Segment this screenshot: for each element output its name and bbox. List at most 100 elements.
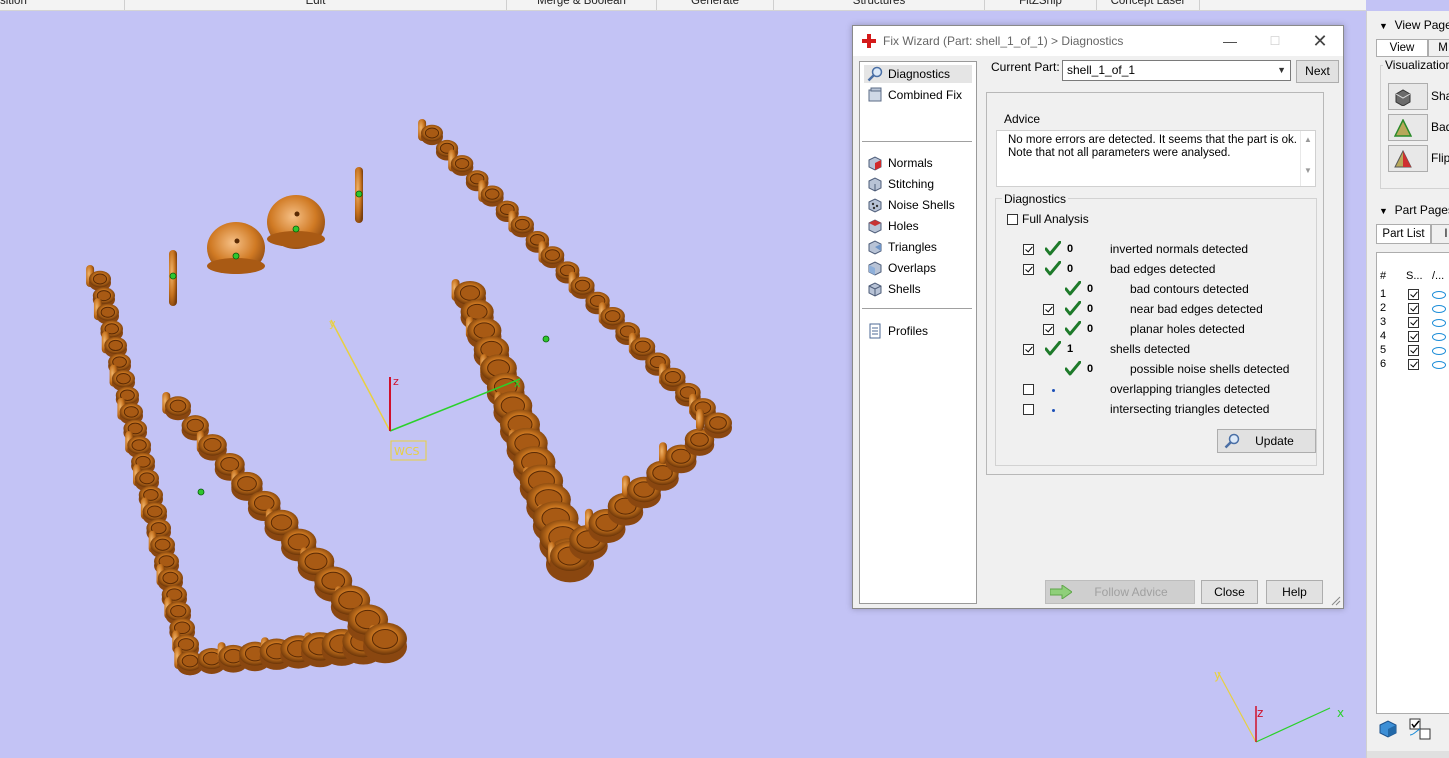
menu-concept-laser[interactable]: Concept Laser: [1097, 0, 1200, 10]
nav-diagnostics[interactable]: Diagnostics: [864, 65, 972, 83]
col-visibility: /...: [1432, 270, 1445, 282]
nav-stitching[interactable]: Stitching: [864, 175, 972, 193]
bad-edges-view-button[interactable]: [1388, 114, 1428, 141]
profiles-document-icon: [869, 323, 881, 339]
nav-overlaps[interactable]: Overlaps: [864, 259, 972, 277]
tab-view[interactable]: View: [1376, 39, 1428, 57]
diagnostic-count: 0: [1067, 243, 1074, 255]
nav-noise-shells[interactable]: Noise Shells: [864, 196, 972, 214]
nav-noise-shells-label: Noise Shells: [888, 198, 955, 212]
visibility-eye-icon[interactable]: [1432, 361, 1446, 369]
update-button[interactable]: Update: [1217, 429, 1316, 453]
visibility-eye-icon[interactable]: [1432, 333, 1446, 341]
diagnostic-row-checkbox[interactable]: [1023, 244, 1034, 255]
view-pages-label: View Pages: [1394, 18, 1449, 32]
mini-axis-y-label: y: [1214, 668, 1221, 682]
diagnostic-row-checkbox[interactable]: [1023, 384, 1034, 395]
nav-normals[interactable]: Normals: [864, 154, 972, 172]
view-pages-header[interactable]: ▼ View Pages: [1379, 18, 1449, 32]
part-pages-header[interactable]: ▼ Part Pages: [1379, 203, 1449, 217]
checkmark-ok-icon: [1065, 361, 1081, 376]
part-row-checkbox[interactable]: [1408, 289, 1419, 300]
nav-triangles[interactable]: Triangles: [864, 238, 972, 256]
dialog-titlebar[interactable]: Fix Wizard (Part: shell_1_of_1) > Diagno…: [853, 26, 1343, 56]
diagnostic-label: overlapping triangles detected: [1110, 382, 1271, 396]
diagnostic-label: intersecting triangles detected: [1110, 402, 1270, 416]
diagnostic-count: 0: [1087, 323, 1094, 335]
bad-edges-label: Bad: [1431, 120, 1449, 134]
part-row-checkbox[interactable]: [1408, 345, 1419, 356]
check-toggle-icon[interactable]: [1408, 717, 1432, 741]
holes-cube-icon: [868, 219, 882, 234]
menu-structures[interactable]: Structures: [774, 0, 985, 10]
collapse-triangle-icon: ▼: [1379, 21, 1388, 31]
visualization-label: Visualization: [1383, 58, 1449, 72]
nav-holes[interactable]: Holes: [864, 217, 972, 235]
current-part-select[interactable]: shell_1_of_1 ▼: [1062, 60, 1291, 81]
magnifier-icon: [867, 66, 883, 82]
flipped-label: Flipp: [1431, 151, 1449, 165]
part-row-checkbox[interactable]: [1408, 317, 1419, 328]
axis-x-label: x: [514, 377, 521, 390]
diagnostic-row-checkbox[interactable]: [1023, 404, 1034, 415]
menu-fitzship[interactable]: FitZShip: [985, 0, 1097, 10]
combined-fix-icon: [868, 87, 882, 102]
axis-z-label: z: [393, 375, 399, 388]
diagnostic-row-checkbox[interactable]: [1023, 344, 1034, 355]
minimize-icon[interactable]: —: [1219, 30, 1241, 52]
visibility-eye-icon[interactable]: [1432, 319, 1446, 327]
part-row-number: 6: [1380, 358, 1387, 370]
axis-y-label: y: [329, 317, 336, 330]
menu-generate[interactable]: Generate: [657, 0, 774, 10]
mini-axis-x-label: x: [1337, 706, 1344, 720]
right-dock-panel: ▼ View Pages View M Visualization Sha Ba…: [1366, 11, 1449, 758]
visibility-eye-icon[interactable]: [1432, 291, 1446, 299]
diagnostic-row-checkbox[interactable]: [1043, 304, 1054, 315]
resize-grip-icon[interactable]: [1331, 596, 1341, 606]
tab-part-list[interactable]: Part List: [1376, 224, 1431, 244]
close-button[interactable]: Close: [1201, 580, 1258, 604]
diagnostics-label: Diagnostics: [1002, 192, 1069, 206]
tab-part-info[interactable]: I: [1431, 224, 1449, 244]
next-button[interactable]: Next: [1296, 60, 1339, 83]
top-menu-bar: sition Edit Merge & Boolean Generate Str…: [0, 0, 1366, 11]
nav-shells[interactable]: Shells: [864, 280, 972, 298]
diagnostic-row-checkbox[interactable]: [1023, 264, 1034, 275]
parts-cube-stack-icon[interactable]: [1378, 717, 1402, 741]
scroll-up-icon[interactable]: ▲: [1301, 133, 1315, 146]
full-analysis-checkbox[interactable]: [1007, 214, 1018, 225]
diagnostic-label: bad edges detected: [1110, 262, 1216, 276]
pending-dot-icon: [1052, 409, 1055, 412]
nav-profiles[interactable]: Profiles: [864, 322, 972, 340]
scroll-down-icon[interactable]: ▼: [1301, 164, 1315, 177]
part-row-checkbox[interactable]: [1408, 359, 1419, 370]
shaded-view-button[interactable]: [1388, 83, 1428, 110]
flipped-triangles-pyramid-icon: [1394, 150, 1412, 168]
checkmark-ok-icon: [1045, 261, 1061, 276]
diagnostic-label: possible noise shells detected: [1130, 362, 1290, 376]
part-row-checkbox[interactable]: [1408, 303, 1419, 314]
nav-combined-fix[interactable]: Combined Fix: [864, 86, 972, 104]
menu-merge-boolean[interactable]: Merge & Boolean: [507, 0, 657, 10]
part-row-checkbox[interactable]: [1408, 331, 1419, 342]
update-label: Update: [1255, 434, 1294, 448]
menu-position[interactable]: sition: [0, 0, 125, 10]
diagnostic-label: bad contours detected: [1130, 282, 1249, 296]
diagnostic-count: 0: [1087, 303, 1094, 315]
checkmark-ok-icon: [1065, 321, 1081, 336]
tab-m[interactable]: M: [1428, 39, 1449, 57]
fix-wizard-dialog: Fix Wizard (Part: shell_1_of_1) > Diagno…: [852, 25, 1344, 609]
help-button[interactable]: Help: [1266, 580, 1323, 604]
part-row-number: 3: [1380, 316, 1387, 328]
noise-shells-icon: [868, 198, 882, 213]
diagnostic-row-checkbox[interactable]: [1043, 324, 1054, 335]
diagnostic-label: planar holes detected: [1130, 322, 1245, 336]
diagnostic-label: near bad edges detected: [1130, 302, 1263, 316]
visibility-eye-icon[interactable]: [1432, 347, 1446, 355]
menu-edit[interactable]: Edit: [125, 0, 507, 10]
flipped-view-button[interactable]: [1388, 145, 1428, 172]
advice-scrollbar[interactable]: ▲ ▼: [1300, 131, 1315, 186]
visibility-eye-icon[interactable]: [1432, 305, 1446, 313]
close-window-icon[interactable]: ✕: [1309, 30, 1331, 52]
nav-normals-label: Normals: [888, 156, 933, 170]
